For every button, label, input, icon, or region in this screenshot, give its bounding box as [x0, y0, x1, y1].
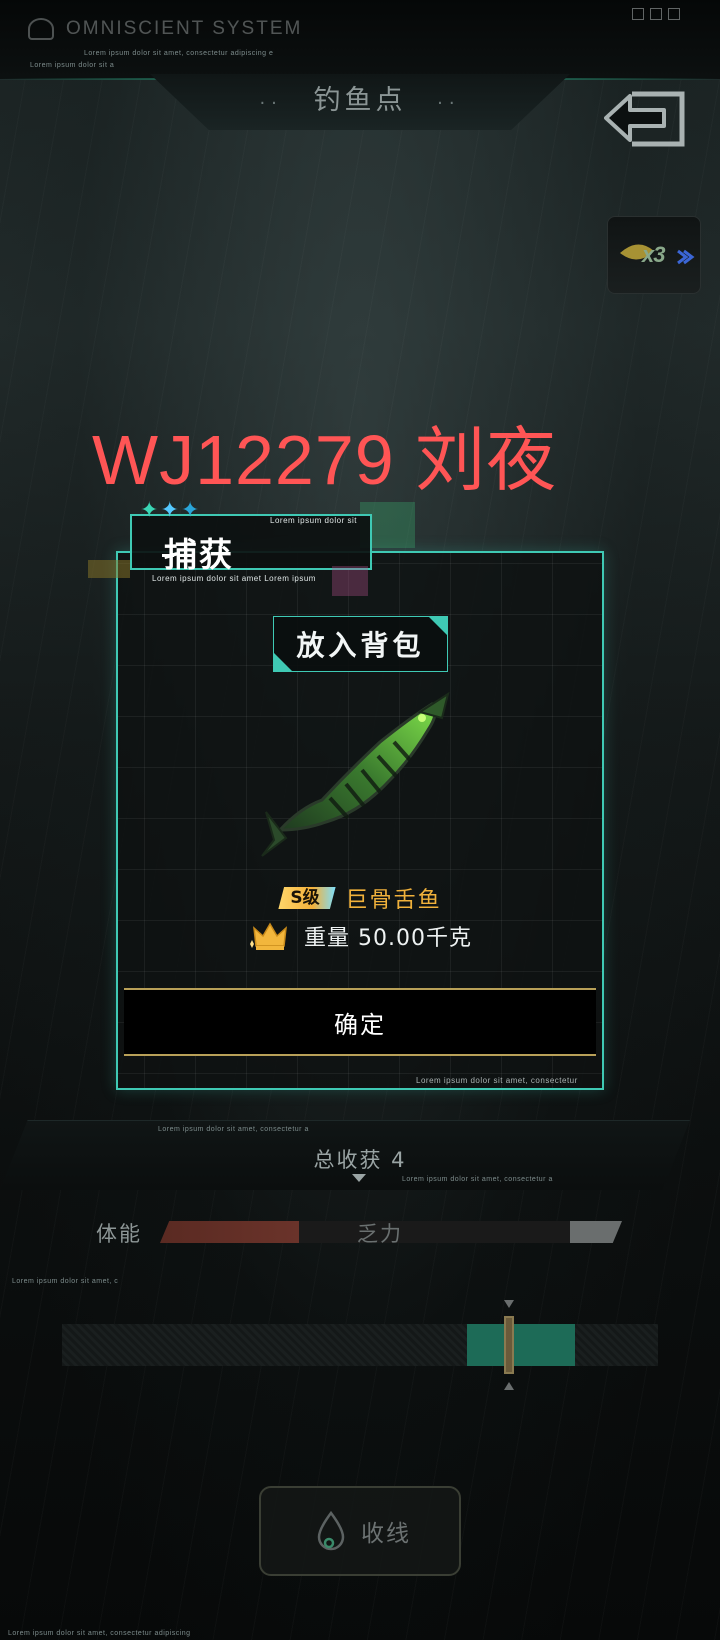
watermark-text: WJ12279 刘夜 — [92, 421, 558, 499]
fish-name: 巨骨舌鱼 — [345, 888, 442, 913]
bottom-caption: Lorem ipsum dolor sit amet, consectetur … — [8, 1630, 191, 1637]
marker-arrow-down-icon — [504, 1300, 514, 1308]
multiplier-label: x3 — [642, 242, 666, 267]
marker-arrow-up-icon — [504, 1382, 514, 1390]
confirm-button[interactable]: 确定 — [124, 988, 596, 1056]
modal-footer-caption: Lorem ipsum dolor sit amet, consectetur — [416, 1076, 578, 1085]
brand-tagline-2: Lorem ipsum dolor sit a — [30, 62, 115, 69]
star-icon: ✦ — [140, 498, 159, 523]
brand-logo-icon — [28, 18, 54, 40]
total-harvest: 总收获 4 — [313, 1148, 407, 1172]
speed-multiplier-button[interactable]: x3 — [607, 216, 701, 294]
status-box-icon — [632, 8, 644, 20]
brand-name: OMNISCIENT SYSTEM — [66, 18, 303, 39]
corner-decor — [273, 652, 293, 672]
fish-rank-row: S级 巨骨舌鱼 — [0, 882, 720, 914]
reel-in-label: 收线 — [361, 1521, 411, 1547]
put-in-bag-label: 放入背包 — [273, 616, 448, 672]
page-title-text: 钓鱼点 — [313, 85, 407, 116]
capture-title: 捕获 — [164, 535, 234, 574]
fish-icon — [261, 691, 450, 857]
fish-weight: 重量 50.00千克 — [304, 926, 472, 951]
status-box-icon — [668, 8, 680, 20]
status-icons — [632, 8, 680, 20]
harvest-caption-left: Lorem ipsum dolor sit amet, consectetur … — [158, 1126, 309, 1133]
brand-tagline: Lorem ipsum dolor sit amet, consectetur … — [84, 50, 274, 57]
chevron-down-icon[interactable] — [352, 1174, 366, 1182]
crown-icon — [250, 922, 287, 950]
rating-stars: ✦ ✦ ✦ — [140, 500, 199, 522]
weight-row: 重量 50.00千克 — [0, 920, 720, 952]
reel-in-button[interactable]: 收线 — [259, 1486, 461, 1576]
capture-header-subcaption: Lorem ipsum dolor sit amet Lorem ipsum — [152, 574, 316, 583]
top-bar: OMNISCIENT SYSTEM Lorem ipsum dolor sit … — [0, 0, 720, 80]
hook-drop-icon — [317, 1510, 345, 1551]
back-arrow-icon — [604, 91, 685, 147]
tension-marker[interactable] — [504, 1316, 514, 1374]
rank-badge: S级 — [278, 887, 336, 909]
status-box-icon — [650, 8, 662, 20]
stamina-state: 乏力 — [357, 1222, 403, 1246]
star-icon: ✦ — [180, 498, 200, 523]
harvest-caption-right: Lorem ipsum dolor sit amet, consectetur … — [402, 1176, 553, 1183]
title-dots-right: ·· — [437, 93, 461, 114]
glitch-decor — [88, 560, 130, 578]
tension-target-zone — [467, 1324, 575, 1366]
star-icon: ✦ — [160, 498, 179, 523]
brand: OMNISCIENT SYSTEM — [28, 18, 302, 40]
capture-header-caption: Lorem ipsum dolor sit — [270, 516, 357, 525]
corner-decor — [428, 616, 448, 636]
back-button[interactable] — [604, 88, 688, 152]
glitch-decor — [332, 566, 368, 596]
title-dots-left: ·· — [259, 93, 283, 114]
divider-caption: Lorem ipsum dolor sit amet, c — [12, 1278, 119, 1285]
